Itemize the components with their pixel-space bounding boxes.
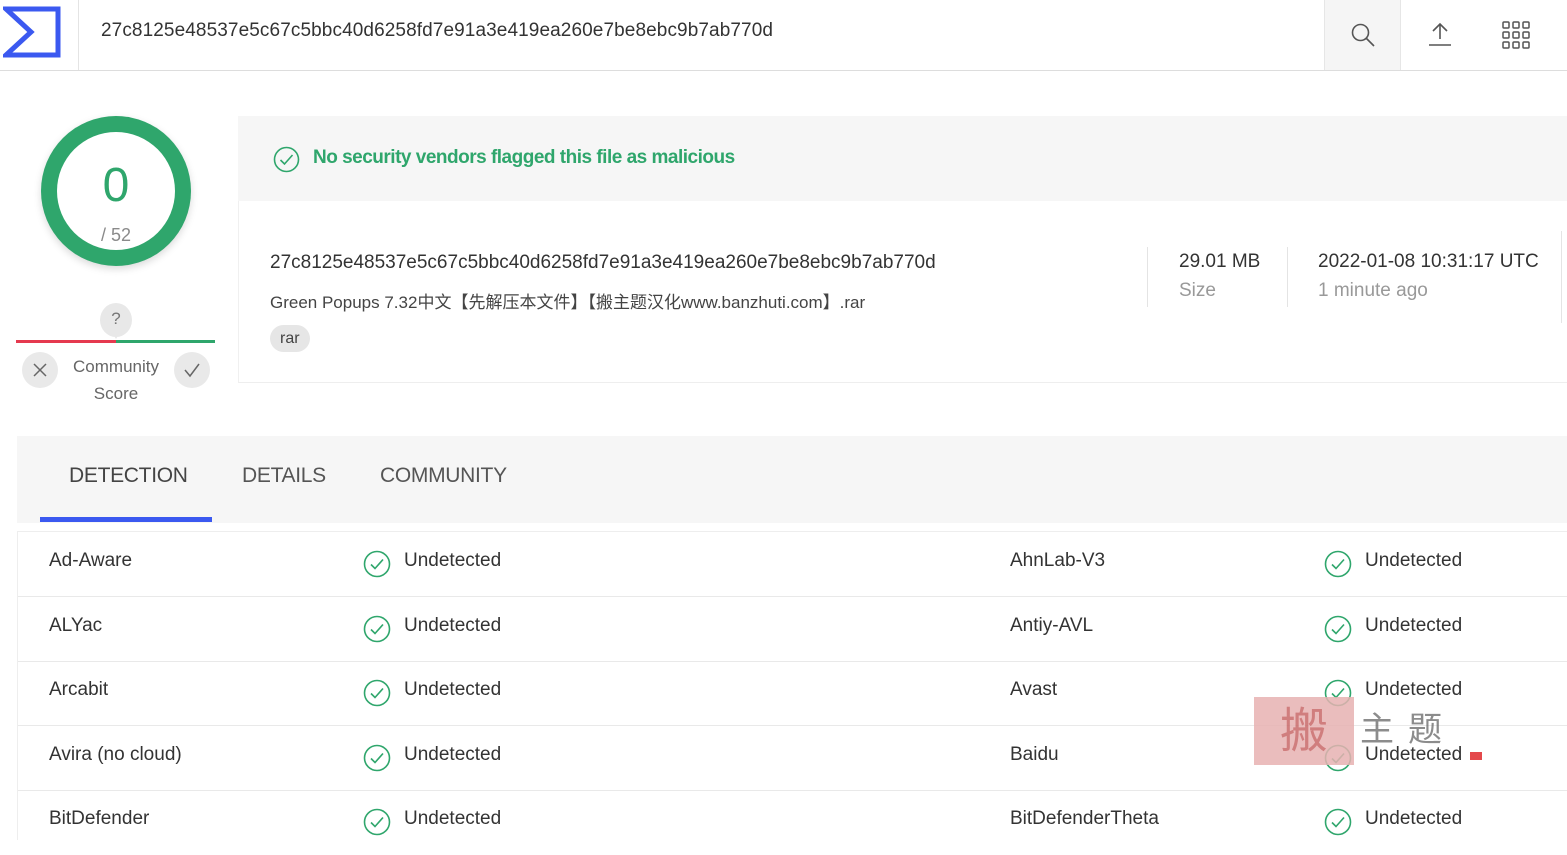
vendor-name: BitDefender: [49, 808, 150, 829]
watermark-seal: 搬: [1254, 697, 1354, 765]
watermark-text: 主题: [1360, 710, 1456, 750]
vendor-result: Undetected: [404, 744, 502, 765]
vendor-name: Arcabit: [49, 679, 109, 700]
check-circle-icon: [363, 615, 391, 643]
last-analysis-relative: 1 minute ago: [1318, 280, 1428, 301]
table-row: ALYac Undetected Antiy-AVL Undetected: [18, 597, 1567, 662]
search-input[interactable]: 27c8125e48537e5c67c5bbc40d6258fd7e91a3e4…: [101, 20, 773, 42]
check-circle-icon: [363, 550, 391, 578]
virustotal-logo[interactable]: [0, 0, 79, 70]
detection-count: 0: [102, 159, 130, 212]
vote-malicious-button[interactable]: [22, 352, 58, 388]
vendor-result: Undetected: [1365, 679, 1463, 700]
vendor-result: Undetected: [404, 615, 502, 636]
verdict-banner: No security vendors flagged this file as…: [238, 116, 1567, 201]
watermark-mark: [1470, 752, 1482, 760]
vendor-result: Undetected: [404, 550, 502, 571]
check-circle-icon: [1324, 808, 1352, 836]
community-score-bubble: ?: [100, 303, 132, 339]
top-bar: 27c8125e48537e5c67c5bbc40d6258fd7e91a3e4…: [0, 0, 1567, 71]
community-score-label: Community Score: [73, 357, 159, 403]
search-icon: [1351, 23, 1375, 47]
vendor-name: Baidu: [1010, 744, 1059, 765]
file-type-tag[interactable]: rar: [270, 325, 310, 352]
vendor-name: Avast: [1010, 679, 1058, 700]
report-tabs: DETECTION DETAILS COMMUNITY: [17, 436, 1567, 523]
detection-score-ring: 0 / 52: [41, 116, 191, 266]
vendor-result: Undetected: [1365, 550, 1463, 571]
check-circle-icon: [273, 146, 300, 173]
divider: [1287, 247, 1288, 307]
vendor-result: Undetected: [404, 808, 502, 829]
check-circle-icon: [363, 679, 391, 707]
check-circle-icon: [363, 744, 391, 772]
check-circle-icon: [1324, 550, 1352, 578]
search-button[interactable]: [1324, 0, 1401, 70]
table-row: Ad-Aware Undetected AhnLab-V3 Undetected: [18, 532, 1567, 597]
table-row: BitDefender Undetected BitDefenderTheta …: [18, 790, 1567, 855]
community-negative-bar: [16, 340, 116, 343]
tab-community[interactable]: COMMUNITY: [380, 464, 507, 488]
active-tab-indicator: [40, 517, 212, 522]
detection-table: Ad-Aware Undetected AhnLab-V3 Undetected…: [17, 531, 1567, 840]
vendor-name: BitDefenderTheta: [1010, 808, 1159, 829]
verdict-text: No security vendors flagged this file as…: [313, 147, 735, 168]
vendor-name: Avira (no cloud): [49, 744, 182, 765]
file-hash[interactable]: 27c8125e48537e5c67c5bbc40d6258fd7e91a3e4…: [270, 252, 936, 274]
tab-details[interactable]: DETAILS: [242, 464, 326, 488]
check-circle-icon: [363, 808, 391, 836]
divider: [1561, 231, 1562, 323]
vendor-name: Antiy-AVL: [1010, 615, 1094, 636]
file-size-label: Size: [1179, 280, 1216, 301]
vote-harmless-button[interactable]: [174, 352, 210, 388]
vendor-result: Undetected: [404, 679, 502, 700]
upload-button[interactable]: [1401, 0, 1478, 70]
check-icon: [184, 363, 200, 378]
check-circle-icon: [1324, 615, 1352, 643]
vendor-result: Undetected: [1365, 808, 1463, 829]
vendor-name: ALYac: [49, 615, 103, 636]
apps-grid-icon: [1501, 21, 1530, 49]
engine-total: / 52: [100, 225, 132, 245]
last-analysis-date: 2022-01-08 10:31:17 UTC: [1318, 251, 1539, 272]
close-icon: [33, 363, 47, 377]
vendor-name: Ad-Aware: [49, 550, 133, 571]
file-name: Green Popups 7.32中文【先解压本文件】【搬主题汉化www.ban…: [270, 293, 866, 312]
community-positive-bar: [116, 340, 215, 343]
vendor-name: AhnLab-V3: [1010, 550, 1106, 571]
upload-icon: [1428, 22, 1451, 46]
file-size-value: 29.01 MB: [1179, 251, 1261, 272]
tab-detection[interactable]: DETECTION: [69, 464, 188, 488]
divider: [1147, 247, 1148, 307]
file-info-card: 27c8125e48537e5c67c5bbc40d6258fd7e91a3e4…: [238, 201, 1567, 383]
vendor-result: Undetected: [1365, 615, 1463, 636]
apps-menu-button[interactable]: [1477, 0, 1554, 70]
